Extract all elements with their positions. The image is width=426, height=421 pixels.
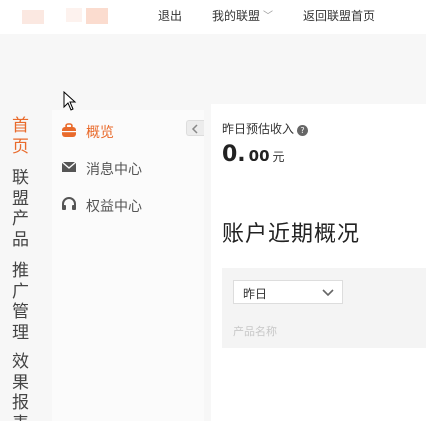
chevron-down-icon: ﹀ — [263, 11, 274, 22]
estimate-dec: 00 — [248, 147, 270, 165]
product-name-label: 产品名称 — [233, 325, 277, 338]
left-nav-char: 盟 — [12, 188, 29, 209]
mouse-cursor-icon — [63, 91, 77, 111]
left-nav-char: 果 — [12, 372, 29, 393]
left-nav-char: 理 — [12, 322, 29, 343]
left-nav-char: 联 — [12, 168, 29, 188]
sidebar: 概览 消息中心 权益中心 — [52, 110, 204, 421]
chevron-down-icon — [322, 289, 334, 296]
sidebar-item-label: 消息中心 — [86, 162, 142, 178]
left-nav-reports[interactable]: 效 果 报 表 — [12, 352, 32, 421]
back-to-home-link[interactable]: 返回联盟首页 — [303, 7, 375, 24]
sidebar-item-label: 权益中心 — [86, 199, 142, 215]
logo-mark-secondary — [86, 8, 108, 24]
period-select-value: 昨日 — [243, 287, 268, 301]
my-union-menu[interactable]: 我的联盟 ﹀ — [212, 7, 273, 24]
left-nav-char: 页 — [12, 136, 29, 157]
sidebar-collapse-button[interactable] — [186, 120, 204, 136]
left-nav-char: 品 — [12, 229, 29, 250]
left-nav-char: 推 — [12, 261, 29, 281]
briefcase-icon — [61, 122, 77, 138]
main-panel: 昨日预估收入? 0. 00 元 账户近期概况 昨日 产品名称 — [211, 104, 426, 421]
left-nav-char: 首 — [12, 116, 29, 136]
sidebar-item-overview[interactable]: 概览 — [52, 117, 204, 143]
left-nav-char: 报 — [12, 393, 29, 413]
left-nav-char: 广 — [12, 281, 29, 302]
sidebar-item-messages[interactable]: 消息中心 — [52, 154, 204, 180]
left-nav-char: 效 — [12, 352, 29, 372]
headset-icon — [61, 196, 77, 212]
estimate-unit: 元 — [272, 150, 285, 164]
my-union-label: 我的联盟 — [212, 9, 261, 23]
left-nav-products[interactable]: 联 盟 产 品 — [12, 168, 32, 250]
period-select[interactable]: 昨日 — [233, 280, 343, 304]
left-nav-char: 产 — [12, 209, 29, 229]
logo — [22, 10, 44, 24]
left-nav-char: 表 — [12, 414, 32, 421]
section-title: 账户近期概况 — [222, 222, 361, 247]
logout-link[interactable]: 退出 — [158, 7, 182, 24]
help-icon[interactable]: ? — [297, 125, 309, 136]
mail-icon — [61, 159, 77, 175]
left-nav-promotion[interactable]: 推 广 管 理 — [12, 261, 32, 343]
estimate-label-text: 昨日预估收入 — [222, 122, 295, 136]
estimate-int: 0. — [222, 142, 246, 167]
top-header: 退出 我的联盟 ﹀ 返回联盟首页 — [0, 0, 426, 34]
left-nav-home[interactable]: 首 页 — [12, 116, 32, 157]
estimate-value: 0. 00 元 — [222, 142, 285, 167]
left-nav-char: 管 — [12, 302, 29, 322]
sidebar-item-benefits[interactable]: 权益中心 — [52, 191, 204, 217]
chevron-left-icon — [191, 124, 198, 134]
logo-mark — [66, 8, 82, 22]
estimate-label: 昨日预估收入? — [222, 120, 309, 137]
sidebar-item-label: 概览 — [86, 125, 114, 141]
